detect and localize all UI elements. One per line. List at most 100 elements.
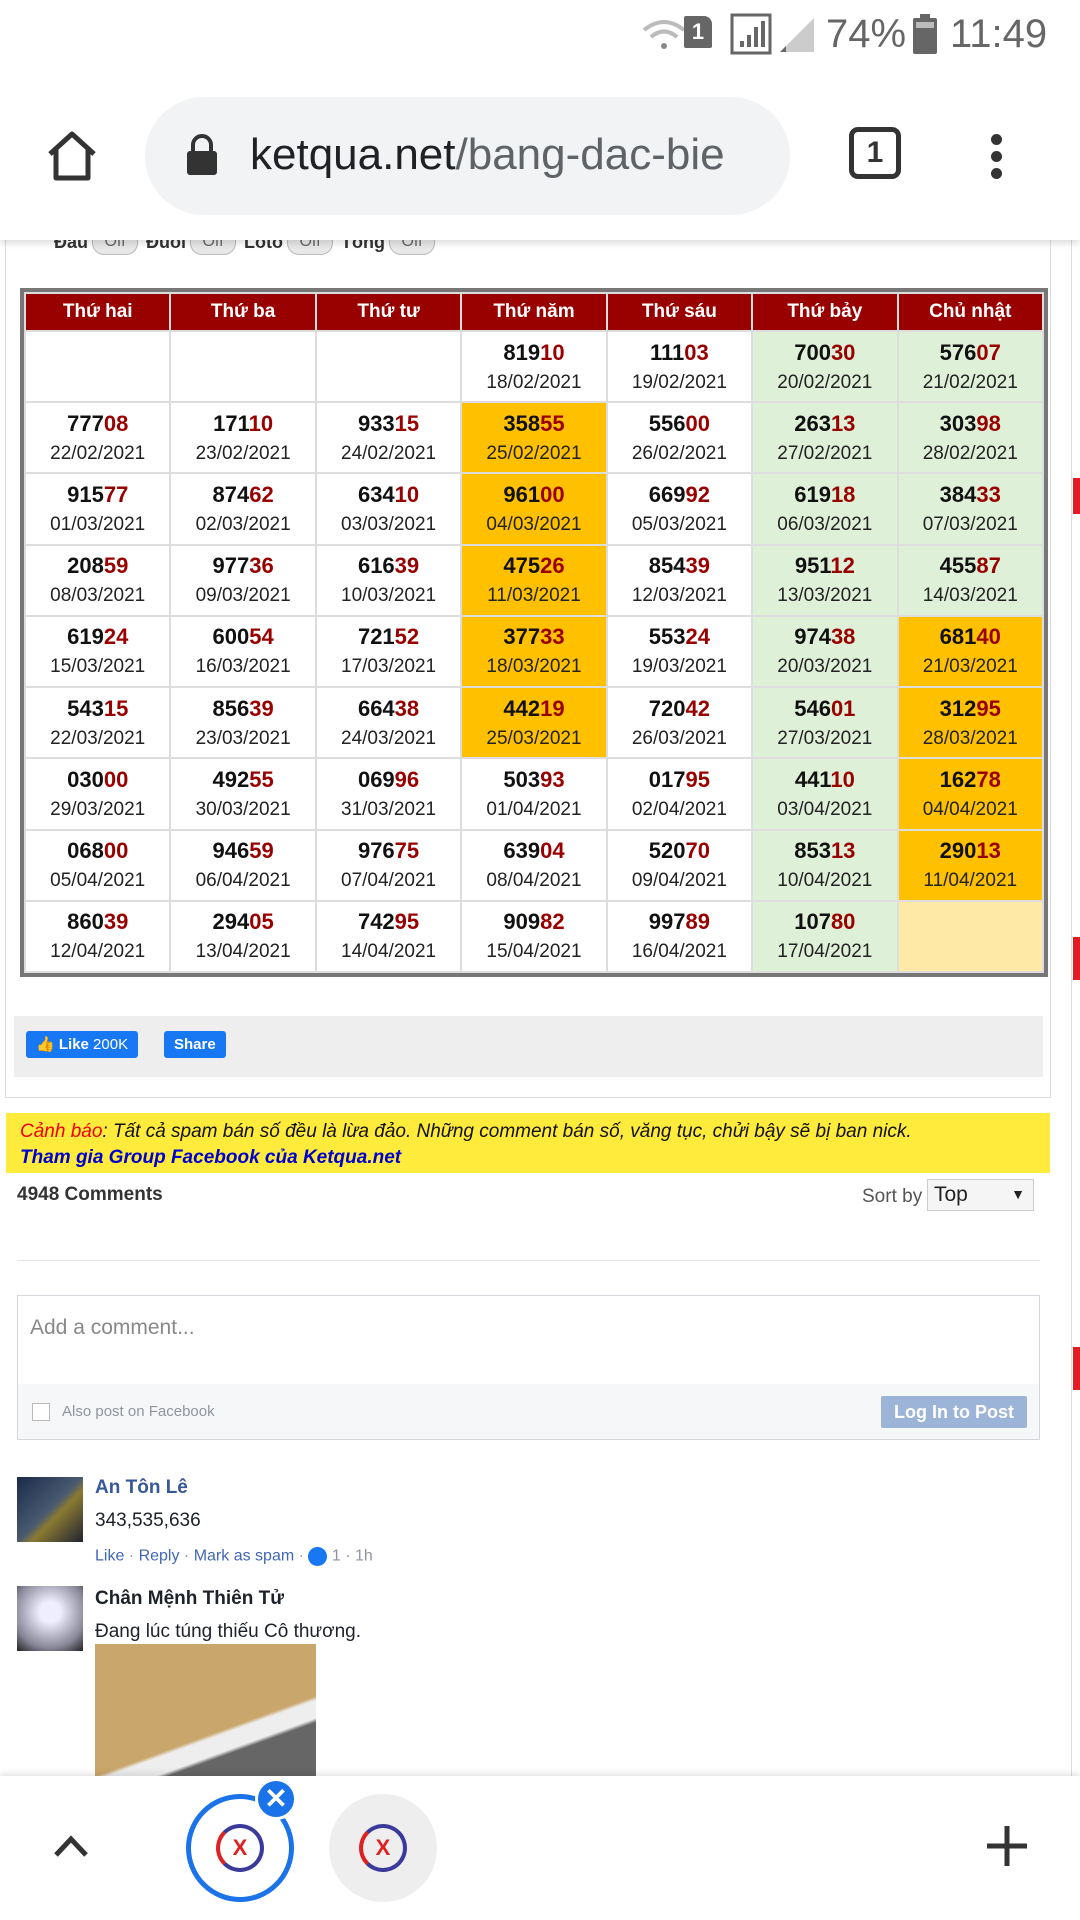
result-cell: 44110 03/04/2021 [751, 757, 899, 831]
draw-date: 21/02/2021 [922, 371, 1018, 393]
last-two-digits: 00 [540, 482, 565, 508]
prize-number: 16278 [939, 766, 1001, 792]
comment-text: Đang lúc túng thiếu Cô thương. [95, 1621, 362, 1642]
ketqua-logo: X [216, 1824, 264, 1872]
last-two-digits: 55 [249, 766, 274, 792]
table-header-row: Thứ hai Thứ ba Thứ tư Thứ năm Thứ sáu Thứ bảy… [23, 292, 1045, 332]
prize-number: 68140 [939, 624, 1001, 650]
mark-spam-link[interactable]: Mark as spam [194, 1548, 294, 1565]
draw-date: 19/03/2021 [631, 656, 727, 678]
prize-number: 97736 [212, 553, 274, 579]
tab-thumbnail[interactable]: X [329, 1794, 437, 1902]
fb-share-button[interactable]: Share [164, 1031, 226, 1058]
comment-author[interactable]: An Tôn Lê [95, 1477, 188, 1499]
result-cell: 99789 16/04/2021 [605, 899, 754, 974]
avatar[interactable] [17, 1586, 83, 1651]
draw-date: 23/02/2021 [195, 442, 291, 464]
draw-date: 06/04/2021 [195, 870, 291, 892]
url-text[interactable]: ketqua.net/bang-dac-bie [250, 130, 770, 180]
reply-link[interactable]: Reply [139, 1548, 180, 1565]
result-cell: 97438 20/03/2021 [751, 614, 899, 689]
result-cell: 20859 08/03/2021 [23, 543, 172, 617]
comment-time[interactable]: 1h [355, 1548, 373, 1565]
column-header: Thứ sáu [605, 292, 754, 332]
draw-date: 30/03/2021 [195, 798, 291, 820]
draw-date: 01/03/2021 [50, 514, 146, 536]
draw-date: 05/03/2021 [631, 514, 727, 536]
prize-number: 55600 [648, 410, 710, 436]
result-cell: 55324 19/03/2021 [605, 614, 754, 689]
prize-number: 31295 [939, 695, 1001, 721]
prize-number: 29013 [939, 838, 1001, 864]
result-cell: 55600 26/02/2021 [605, 401, 754, 475]
last-two-digits: 15 [394, 410, 420, 436]
prize-number: 38433 [939, 482, 1001, 508]
comment-actions: Like · Reply · Mark as spam · 1 · 1h [95, 1547, 373, 1566]
special-prize-table: Thứ hai Thứ ba Thứ tư Thứ năm Thứ sáu Thứ bảy… [20, 288, 1048, 977]
login-to-post-button[interactable]: Log In to Post [881, 1396, 1027, 1428]
last-two-digits: 82 [540, 909, 565, 935]
draw-date: 02/03/2021 [195, 514, 291, 536]
last-two-digits: 59 [103, 553, 129, 579]
fb-like-button[interactable]: 👍 Like 200K [26, 1031, 139, 1058]
chevron-up-icon[interactable] [52, 1831, 90, 1861]
toggle-switch[interactable]: Off [190, 240, 237, 255]
table-row: 77708 22/02/2021 17110 23/02/2021 93315 24/02… [23, 401, 1045, 475]
draw-date: 21/03/2021 [922, 656, 1018, 678]
last-two-digits: 39 [103, 909, 129, 935]
last-two-digits: 10 [248, 410, 274, 436]
draw-date: 11/04/2021 [923, 870, 1018, 892]
last-two-digits: 95 [976, 695, 1001, 721]
wifi-icon [642, 20, 686, 49]
last-two-digits: 92 [685, 482, 710, 508]
last-two-digits: 04 [540, 838, 565, 864]
last-two-digits: 59 [249, 838, 274, 864]
tab-close-icon[interactable]: ✕ [255, 1778, 297, 1820]
caret-down-icon: ▼ [1011, 1186, 1025, 1202]
sort-select[interactable]: Top ▼ [927, 1179, 1034, 1211]
draw-date: 11/03/2021 [487, 585, 581, 607]
address-bar[interactable]: ketqua.net/bang-dac-bie [145, 97, 790, 215]
result-cell: 85439 12/03/2021 [605, 543, 754, 617]
like-link[interactable]: Like [95, 1548, 124, 1565]
comment-count: 4948 Comments [17, 1184, 163, 1205]
result-cell: 38433 07/03/2021 [896, 472, 1045, 546]
home-icon[interactable] [44, 128, 100, 184]
prize-number: 06996 [357, 766, 420, 792]
signal-icon [730, 13, 772, 55]
lock-icon[interactable] [185, 132, 219, 176]
result-cell: 77708 22/02/2021 [23, 401, 172, 475]
draw-date: 20/02/2021 [777, 371, 873, 393]
last-two-digits: 01 [830, 695, 856, 721]
prize-number: 72152 [357, 624, 420, 650]
result-cell: 91577 01/03/2021 [23, 472, 172, 546]
comment-image[interactable] [95, 1644, 316, 1776]
battery-icon [913, 14, 937, 54]
draw-date: 20/03/2021 [777, 656, 873, 678]
table-row: 81910 18/02/2021 11103 19/02/2021 70030 20/02… [23, 329, 1045, 404]
column-header: Thứ tư [314, 292, 463, 332]
result-cell: 68140 21/03/2021 [896, 614, 1045, 689]
toggle-switch[interactable]: Off [388, 240, 435, 255]
warning-text: : Tất cả spam bán số đều là lừa đảo. Nhữ… [102, 1121, 912, 1142]
tab-switcher-button[interactable]: 1 [849, 127, 901, 179]
toggle-switch[interactable]: Off [287, 240, 333, 255]
draw-date: 24/03/2021 [341, 727, 437, 749]
table-row: 54315 22/03/2021 85639 23/03/2021 66438 24/03… [23, 686, 1045, 760]
comment-author[interactable]: Chân Mệnh Thiên Tử [95, 1588, 284, 1610]
last-two-digits: 26 [540, 553, 565, 579]
toggle-switch[interactable]: Off [92, 240, 139, 255]
last-two-digits: 95 [394, 909, 420, 935]
result-cell: 06996 31/03/2021 [314, 757, 463, 831]
facebook-group-link[interactable]: Tham gia Group Facebook của Ketqua.net [20, 1147, 401, 1168]
comment-input[interactable]: Add a comment... [17, 1295, 1040, 1385]
prize-number: 91577 [67, 482, 129, 508]
add-tab-icon[interactable] [985, 1824, 1029, 1868]
result-cell: 70030 20/02/2021 [751, 329, 899, 404]
also-post-checkbox[interactable] [32, 1403, 50, 1421]
prize-number: 29405 [212, 909, 274, 935]
divider [17, 1260, 1040, 1261]
result-cell: 66438 24/03/2021 [314, 686, 463, 760]
prize-number: 90982 [503, 909, 565, 935]
avatar[interactable] [17, 1477, 83, 1542]
